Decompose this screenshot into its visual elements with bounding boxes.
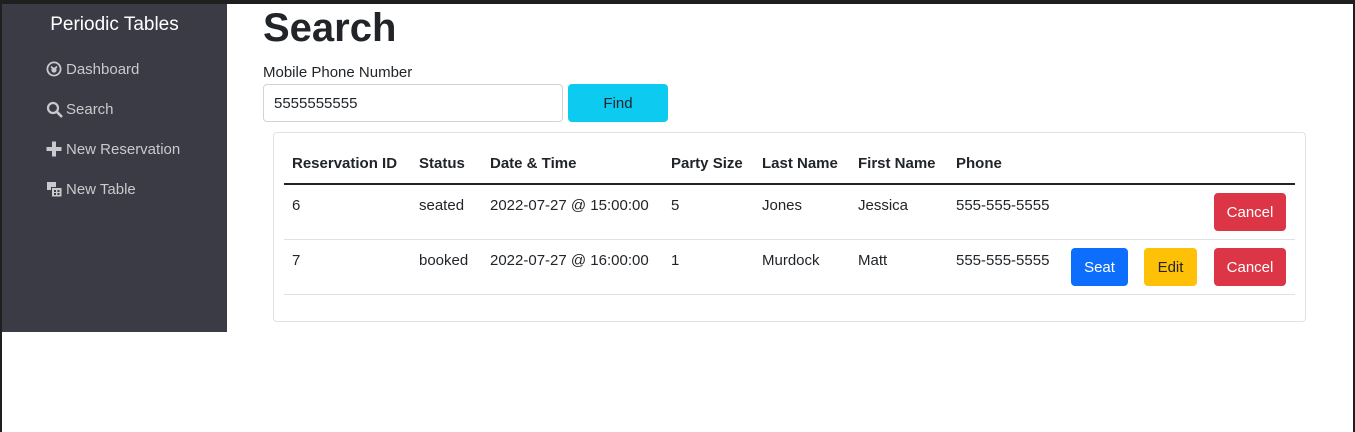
column-header-reservation-id: Reservation ID	[292, 155, 398, 172]
page-title: Search	[263, 6, 397, 50]
sidebar-item-label: Search	[66, 100, 114, 118]
plus-icon	[45, 140, 63, 158]
edit-button[interactable]: Edit	[1144, 248, 1197, 286]
column-header-status: Status	[419, 155, 465, 172]
column-header-party-size: Party Size	[671, 155, 743, 172]
seat-button[interactable]: Seat	[1071, 248, 1128, 286]
mobile-number-input[interactable]	[263, 84, 563, 122]
mobile-number-label: Mobile Phone Number	[263, 64, 413, 81]
table-icon	[45, 180, 63, 198]
find-button[interactable]: Find	[568, 84, 668, 122]
cell-first-name: Jessica	[858, 197, 909, 214]
cell-party-size: 1	[671, 252, 680, 269]
cell-status: booked	[419, 252, 469, 269]
cell-last-name: Jones	[762, 197, 803, 214]
cancel-button[interactable]: Cancel	[1214, 193, 1286, 231]
cell-date-time: 2022-07-27 @ 16:00:00	[490, 252, 649, 269]
sidebar-item-label: New Reservation	[66, 140, 181, 158]
sidebar-item-search[interactable]: Search	[45, 98, 114, 120]
sidebar-item-label: Dashboard	[66, 60, 140, 78]
column-header-last-name: Last Name	[762, 155, 838, 172]
cell-party-size: 5	[671, 197, 680, 214]
table-header-rule	[284, 183, 1295, 185]
dashboard-icon	[45, 60, 63, 78]
table-row-rule	[284, 294, 1295, 295]
sidebar-item-label: New Table	[66, 180, 136, 198]
sidebar-item-dashboard[interactable]: Dashboard	[45, 58, 139, 80]
cancel-button[interactable]: Cancel	[1214, 248, 1286, 286]
column-header-date-time: Date & Time	[490, 155, 577, 172]
cell-first-name: Matt	[858, 252, 888, 269]
cell-status: seated	[419, 197, 465, 214]
cell-last-name: Murdock	[762, 252, 820, 269]
cell-reservation-id: 6	[292, 197, 301, 214]
cell-phone: 555-555-5555	[956, 252, 1050, 269]
cell-phone: 555-555-5555	[956, 197, 1050, 214]
column-header-first-name: First Name	[858, 155, 936, 172]
search-icon	[45, 100, 63, 118]
sidebar: Periodic Tables Dashboard Search New Res…	[2, 4, 227, 332]
table-row-rule	[284, 239, 1295, 240]
app-brand[interactable]: Periodic Tables	[2, 14, 227, 36]
cell-date-time: 2022-07-27 @ 15:00:00	[490, 197, 649, 214]
column-header-phone: Phone	[956, 155, 1002, 172]
sidebar-item-new-reservation[interactable]: New Reservation	[45, 138, 180, 160]
cell-reservation-id: 7	[292, 252, 301, 269]
sidebar-item-new-table[interactable]: New Table	[45, 178, 136, 200]
